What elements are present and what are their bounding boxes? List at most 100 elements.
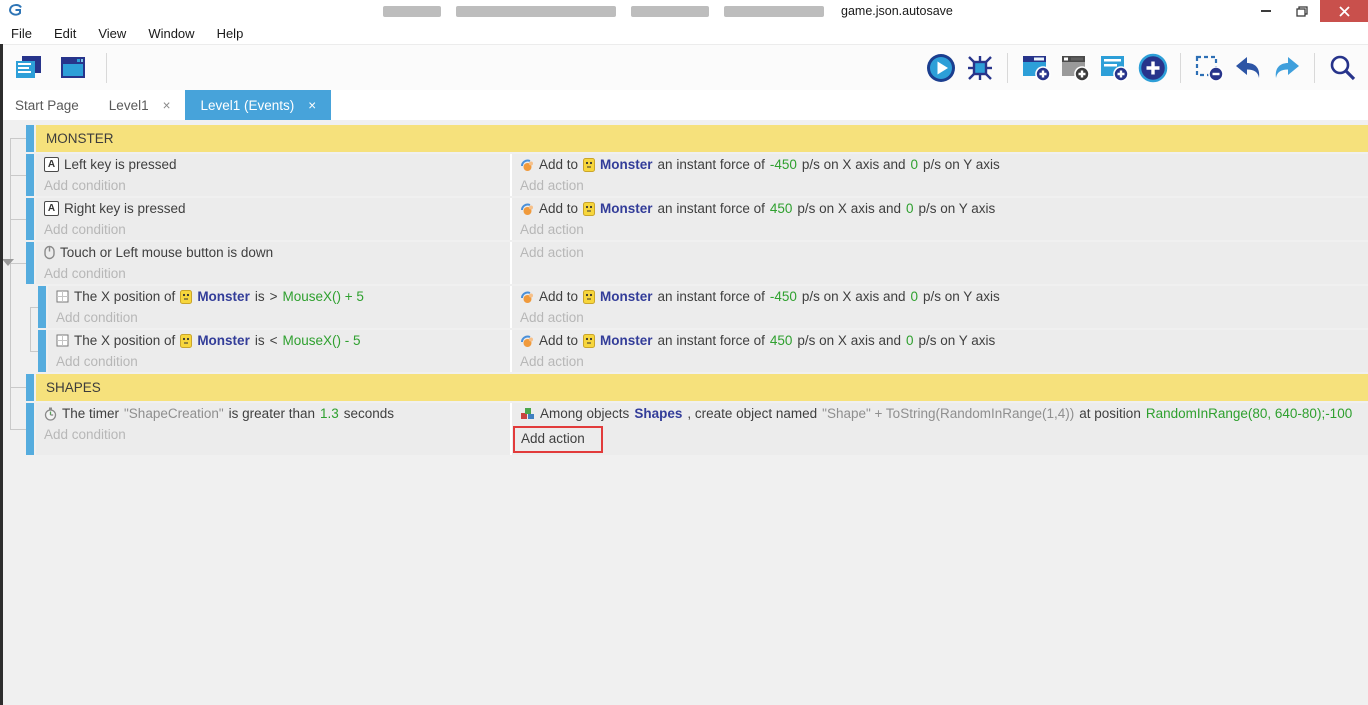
condition-text[interactable]: A Left key is pressed: [44, 154, 510, 175]
event-drag-bar[interactable]: [38, 330, 46, 372]
add-condition-link[interactable]: Add condition: [44, 427, 126, 442]
add-comment-button[interactable]: [1096, 50, 1131, 85]
preview-play-button[interactable]: [923, 50, 958, 85]
create-object-icon: [520, 407, 535, 420]
add-action-link[interactable]: Add action: [520, 310, 584, 325]
app-window: game.json.autosave File Edit View Window…: [0, 0, 1368, 705]
object-thumbnail-icon: [583, 202, 595, 216]
event-drag-bar[interactable]: [26, 374, 34, 401]
condition-text[interactable]: The timer "ShapeCreation" is greater tha…: [44, 403, 510, 424]
conditions-cell: The X position of Monster is < MouseX() …: [48, 330, 510, 372]
tab-level1-events[interactable]: Level1 (Events) ×: [185, 90, 331, 120]
add-action-link[interactable]: Add action: [520, 178, 584, 193]
actions-cell: Among objects Shapes , create object nam…: [510, 403, 1368, 455]
redacted-title-segment: [631, 6, 709, 17]
scene-window-button[interactable]: [55, 50, 90, 85]
scene-window-icon: [58, 54, 88, 82]
object-thumbnail-icon: [180, 290, 192, 304]
redo-button[interactable]: [1269, 50, 1304, 85]
actions-cell: Add to Monster an instant force of -450 …: [510, 286, 1368, 328]
project-manager-icon: [13, 54, 43, 82]
toolbar-separator: [106, 53, 107, 83]
actions-cell: Add to Monster an instant force of 450 p…: [510, 198, 1368, 240]
add-other-button[interactable]: [1135, 50, 1170, 85]
tab-level1-scene[interactable]: Level1 ×: [94, 90, 186, 120]
position-icon: [56, 290, 69, 303]
object-thumbnail-icon: [583, 334, 595, 348]
events-editor: MONSTER A Left key is pressed Add condit…: [0, 120, 1368, 705]
title-bar: game.json.autosave: [0, 0, 1368, 22]
event-drag-bar[interactable]: [26, 125, 34, 152]
tab-label: Start Page: [15, 98, 79, 113]
condition-text[interactable]: The X position of Monster is > MouseX() …: [56, 286, 510, 307]
undo-button[interactable]: [1230, 50, 1265, 85]
force-icon: [520, 202, 534, 216]
event-drag-bar[interactable]: [26, 198, 34, 240]
action-text[interactable]: Add to Monster an instant force of 450 p…: [520, 330, 1368, 351]
debug-button[interactable]: [962, 50, 997, 85]
add-event-button[interactable]: [1018, 50, 1053, 85]
event-drag-bar[interactable]: [26, 242, 34, 284]
group-header-shapes[interactable]: SHAPES: [36, 374, 1368, 401]
action-text[interactable]: Add to Monster an instant force of -450 …: [520, 154, 1368, 175]
condition-text[interactable]: A Right key is pressed: [44, 198, 510, 219]
debug-bug-icon: [965, 53, 995, 83]
add-condition-link[interactable]: Add condition: [44, 178, 126, 193]
event-drag-bar[interactable]: [26, 154, 34, 196]
add-sub-event-button[interactable]: [1057, 50, 1092, 85]
minimize-button[interactable]: [1248, 0, 1284, 22]
object-thumbnail-icon: [583, 290, 595, 304]
conditions-cell: The X position of Monster is > MouseX() …: [48, 286, 510, 328]
menu-view[interactable]: View: [87, 22, 137, 44]
group-header-monster[interactable]: MONSTER: [36, 125, 1368, 152]
conditions-cell: A Right key is pressed Add condition: [36, 198, 510, 240]
delete-selection-button[interactable]: [1191, 50, 1226, 85]
add-condition-link[interactable]: Add condition: [56, 310, 138, 325]
action-text[interactable]: Among objects Shapes , create object nam…: [520, 403, 1368, 424]
close-tab-icon[interactable]: ×: [308, 98, 316, 113]
play-icon: [925, 52, 957, 84]
annotation-box: Add action: [513, 426, 603, 453]
add-condition-link[interactable]: Add condition: [44, 222, 126, 237]
tab-start-page[interactable]: Start Page: [0, 90, 94, 120]
add-action-link[interactable]: Add action: [520, 245, 584, 260]
event-row-touch-mouse: Touch or Left mouse button is down Add c…: [36, 242, 1368, 284]
add-action-link[interactable]: Add action: [520, 222, 584, 237]
add-condition-link[interactable]: Add condition: [56, 354, 138, 369]
condition-text[interactable]: The X position of Monster is < MouseX() …: [56, 330, 510, 351]
action-text[interactable]: Add to Monster an instant force of 450 p…: [520, 198, 1368, 219]
conditions-cell: The timer "ShapeCreation" is greater tha…: [36, 403, 510, 455]
toolbar-left-group: [10, 50, 113, 85]
keyboard-key-icon: A: [44, 157, 59, 172]
conditions-cell: A Left key is pressed Add condition: [36, 154, 510, 196]
restore-button[interactable]: [1284, 0, 1320, 22]
close-button[interactable]: [1320, 0, 1368, 22]
add-action-link[interactable]: Add action: [521, 431, 585, 446]
undo-arrow-icon: [1232, 54, 1264, 82]
add-condition-link[interactable]: Add condition: [44, 266, 126, 281]
event-drag-bar[interactable]: [26, 403, 34, 455]
redacted-title-segment: [383, 6, 441, 17]
tab-label: Level1: [109, 98, 149, 113]
event-drag-bar[interactable]: [38, 286, 46, 328]
menu-edit[interactable]: Edit: [43, 22, 87, 44]
close-tab-icon[interactable]: ×: [163, 98, 171, 113]
search-button[interactable]: [1325, 50, 1360, 85]
menu-window[interactable]: Window: [137, 22, 205, 44]
redacted-title-segment: [456, 6, 616, 17]
project-manager-button[interactable]: [10, 50, 45, 85]
timer-icon: [44, 407, 57, 421]
object-thumbnail-icon: [583, 158, 595, 172]
toolbar-separator: [1314, 53, 1315, 83]
menu-file[interactable]: File: [0, 22, 43, 44]
window-title: game.json.autosave: [383, 4, 953, 18]
event-rows: MONSTER A Left key is pressed Add condit…: [0, 125, 1368, 457]
action-text[interactable]: Add to Monster an instant force of -450 …: [520, 286, 1368, 307]
toolbar-right-group: [923, 50, 1360, 85]
condition-text[interactable]: Touch or Left mouse button is down: [44, 242, 510, 263]
add-action-link[interactable]: Add action: [520, 354, 584, 369]
subevent-row-xpos-less: The X position of Monster is < MouseX() …: [48, 330, 1368, 372]
event-row-timer: The timer "ShapeCreation" is greater tha…: [36, 403, 1368, 455]
menu-help[interactable]: Help: [206, 22, 255, 44]
add-sub-event-icon: [1059, 53, 1091, 83]
